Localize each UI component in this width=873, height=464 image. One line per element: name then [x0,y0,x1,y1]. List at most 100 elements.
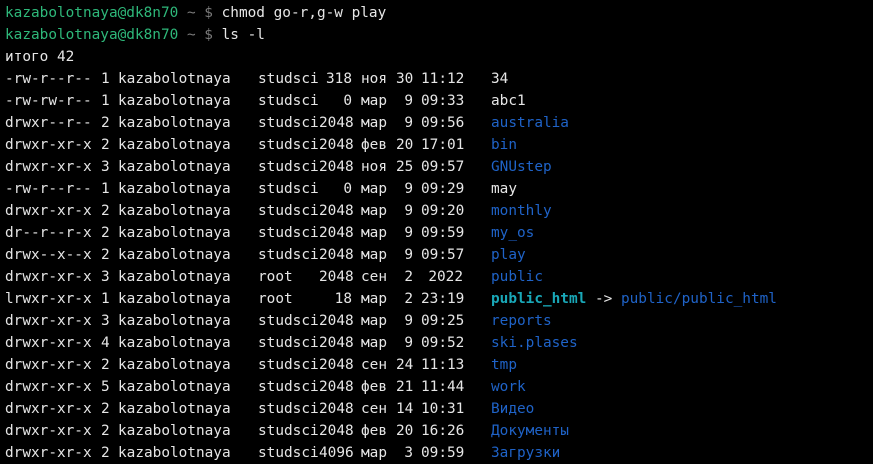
group: studsci [258,137,319,153]
day: 9 [404,93,413,109]
group: root [258,269,293,285]
group: studsci [258,401,319,417]
owner: kazabolotnaya [118,137,231,153]
month: мар [361,115,387,131]
command-text: ls -l [221,27,265,43]
permissions: drwx--x--x [5,247,92,263]
owner: kazabolotnaya [118,93,231,109]
day: 24 [396,357,414,373]
owner: kazabolotnaya [118,159,231,175]
time: 09:29 [421,181,465,197]
owner: kazabolotnaya [118,181,231,197]
owner: kazabolotnaya [118,291,231,307]
prompt-symbol: $ [204,27,213,43]
total-line: итого 42 [5,49,75,65]
directory-name: Документы [491,423,569,439]
permissions: drwxr-xr-x [5,335,92,351]
file-size: 2048 [319,225,354,241]
link-count: 2 [101,115,110,131]
entry-name-cell: public [491,266,543,288]
time: 09:33 [421,93,465,109]
entry-name-cell: monthly [491,200,552,222]
directory-name: australia [491,115,569,131]
day: 30 [396,71,414,87]
link-count: 2 [101,445,110,461]
directory-name: Загрузки [491,445,561,461]
month: мар [361,291,387,307]
permissions: drwxr-xr-x [5,203,92,219]
month: мар [361,247,387,263]
time: 10:31 [421,401,465,417]
file-size: 2048 [319,335,354,351]
owner: kazabolotnaya [118,313,231,329]
time: 09:57 [421,247,465,263]
terminal-window[interactable]: kazabolotnaya@dk8n70 ~ $ chmod go-r,g-w … [0,0,873,464]
time: 09:20 [421,203,465,219]
prompt-user-host: kazabolotnaya@dk8n70 [5,5,179,21]
link-count: 1 [101,291,110,307]
link-count: 3 [101,269,110,285]
day: 9 [404,203,413,219]
link-count: 2 [101,203,110,219]
time: 16:26 [421,423,465,439]
link-count: 1 [101,93,110,109]
day: 9 [404,181,413,197]
file-size: 2048 [319,379,354,395]
directory-name: reports [491,313,552,329]
time: 23:19 [421,291,465,307]
day: 21 [396,379,414,395]
prompt-directory: ~ [186,5,196,21]
owner: kazabolotnaya [118,423,231,439]
file-size: 18 [334,291,352,307]
day: 20 [396,423,414,439]
group: studsci [258,379,319,395]
owner: kazabolotnaya [118,225,231,241]
month: фев [361,137,387,153]
group: studsci [258,115,319,131]
prompt-line: kazabolotnaya@dk8n70 ~ $ chmod go-r,g-w … [5,2,386,24]
month: ноя [361,159,387,175]
time: 09:59 [421,225,465,241]
month: мар [361,181,387,197]
month: мар [361,313,387,329]
command-text: chmod go-r,g-w play [221,5,387,21]
link-count: 2 [101,401,110,417]
entry-name-cell: tmp [491,354,517,376]
prompt-user-host: kazabolotnaya@dk8n70 [5,27,179,43]
file-size: 2048 [319,203,354,219]
entry-name-cell: australia [491,112,569,134]
time: 17:01 [421,137,465,153]
file-size: 2048 [319,313,354,329]
entry-name-cell: reports [491,310,552,332]
time: 2022 [428,269,463,285]
month: ноя [361,71,387,87]
owner: kazabolotnaya [118,335,231,351]
file-size: 2048 [319,423,354,439]
day: 25 [396,159,414,175]
file-size: 318 [326,71,352,87]
directory-name: public [491,269,543,285]
month: мар [361,225,387,241]
time: 09:59 [421,445,465,461]
link-count: 2 [101,137,110,153]
permissions: -rw-rw-r-- [5,93,92,109]
time: 11:13 [421,357,465,373]
symlink-arrow: -> [594,291,613,307]
day: 2 [404,269,413,285]
link-count: 5 [101,379,110,395]
entry-name-cell: bin [491,134,517,156]
link-count: 4 [101,335,110,351]
group: studsci [258,423,319,439]
owner: kazabolotnaya [118,203,231,219]
month: мар [361,335,387,351]
link-count: 2 [101,357,110,373]
permissions: drwxr-xr-x [5,313,92,329]
group: studsci [258,225,319,241]
file-size: 2048 [319,247,354,263]
symlink-target: public/public_html [620,291,777,307]
directory-name: GNUstep [491,159,552,175]
day: 2 [404,291,413,307]
permissions: drwxr-xr-x [5,445,92,461]
permissions: -rw-r--r-- [5,71,92,87]
file-size: 2048 [319,269,354,285]
